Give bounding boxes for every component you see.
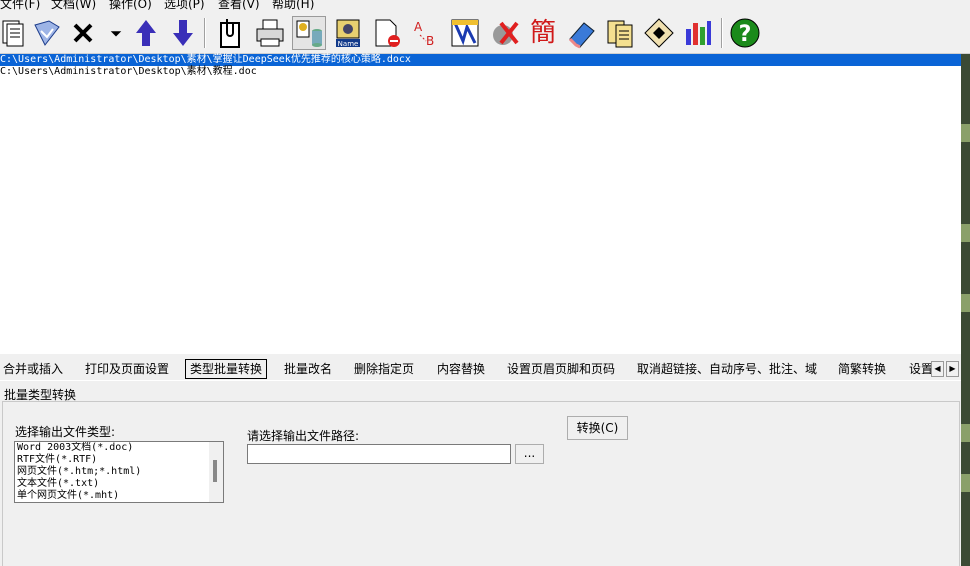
menu-view[interactable]: 查看(V) [218, 0, 260, 12]
add-files-button[interactable] [0, 16, 30, 50]
tab-settings[interactable]: 设置 [909, 360, 931, 378]
format-label: 选择输出文件类型: [15, 425, 116, 439]
menu-operation[interactable]: 操作(O) [109, 0, 152, 12]
scrollbar-thumb[interactable] [213, 460, 217, 482]
svg-text:B: B [426, 34, 434, 48]
tab-replace-content[interactable]: 内容替换 [437, 360, 485, 378]
documents-button[interactable] [603, 16, 637, 50]
help-button[interactable]: ? [728, 16, 762, 50]
batch-convert-icon [296, 20, 322, 47]
toolbar: Name AB 簡 ? [0, 12, 970, 54]
eraser-button[interactable] [565, 16, 599, 50]
simplified-icon: 簡 [529, 18, 556, 48]
tab-scroll-left-button[interactable]: ◀ [931, 361, 944, 377]
output-path-input[interactable] [247, 444, 511, 464]
tab-batch-convert[interactable]: 类型批量转换 [185, 359, 268, 379]
help-icon: ? [730, 18, 760, 48]
path-label: 请选择输出文件路径: [247, 429, 360, 443]
tab-header-footer[interactable]: 设置页眉页脚和页码 [507, 360, 615, 378]
file-list[interactable]: C:\Users\Administrator\Desktop\素材\掌握让Dee… [0, 54, 961, 354]
format-option[interactable]: 单个网页文件(*.mht) [15, 490, 223, 502]
convert-button[interactable]: 转换(C) [567, 416, 628, 440]
delete-page-button[interactable] [370, 16, 404, 50]
batch-rename-icon: Name [336, 19, 360, 48]
format-option[interactable]: RTF文件(*.RTF) [15, 454, 223, 466]
remove-links-icon [493, 21, 519, 45]
print-button[interactable] [253, 16, 287, 50]
svg-text:?: ? [739, 22, 752, 47]
move-up-button[interactable] [129, 16, 163, 50]
replace-content-icon: AB [414, 20, 434, 48]
statistics-icon [686, 21, 711, 45]
browse-button[interactable]: ... [515, 444, 544, 464]
menu-file[interactable]: 文件(F) [0, 0, 40, 12]
documents-icon [607, 20, 633, 48]
menu-bar: 文件(F) 文档(W) 操作(O) 选项(P) 查看(V) 帮助(H) [0, 0, 970, 12]
settings-button[interactable] [642, 16, 676, 50]
remove-links-button[interactable] [488, 16, 522, 50]
simplified-button[interactable]: 簡 [526, 16, 560, 50]
tab-print-setup[interactable]: 打印及页面设置 [85, 360, 169, 378]
toolbar-separator [721, 18, 723, 48]
panel-title: 批量类型转换 [4, 388, 77, 402]
menu-document[interactable]: 文档(W) [51, 0, 96, 12]
eraser-icon [568, 22, 595, 49]
menu-help[interactable]: 帮助(H) [272, 0, 314, 12]
dropdown-arrow-icon [110, 31, 122, 37]
remove-icon [73, 23, 93, 43]
desktop-background-strip [961, 124, 970, 142]
desktop-background-strip [961, 294, 970, 312]
replace-content-button[interactable]: AB [409, 16, 443, 50]
tab-batch-rename[interactable]: 批量改名 [284, 360, 332, 378]
format-list-scrollbar[interactable] [209, 442, 223, 502]
statistics-button[interactable] [681, 16, 715, 50]
remove-dropdown-button[interactable] [102, 16, 130, 50]
tab-scroll-right-button[interactable]: ▶ [946, 361, 959, 377]
tab-bar: 合并或插入 打印及页面设置 类型批量转换 批量改名 删除指定页 内容替换 设置页… [0, 358, 961, 380]
add-files-icon [2, 20, 24, 47]
output-format-list[interactable]: Word 2003文档(*.doc) RTF文件(*.RTF) 网页文件(*.h… [14, 441, 224, 503]
print-icon [256, 19, 284, 47]
header-footer-icon [451, 19, 479, 47]
delete-page-icon [375, 19, 400, 47]
merge-icon [220, 19, 240, 48]
format-option[interactable]: Word 2003文档(*.doc) [15, 442, 223, 454]
format-option[interactable]: 网页文件(*.htm;*.html) [15, 466, 223, 478]
batch-rename-button[interactable]: Name [331, 16, 365, 50]
file-list-item[interactable]: C:\Users\Administrator\Desktop\素材\掌握让Dee… [0, 54, 961, 66]
desktop-background-strip [961, 224, 970, 242]
add-folder-button[interactable] [30, 16, 64, 50]
svg-text:A: A [414, 20, 423, 34]
batch-convert-button[interactable] [292, 16, 326, 50]
settings-icon [644, 18, 674, 48]
menu-options[interactable]: 选项(P) [164, 0, 205, 12]
tab-delete-page[interactable]: 删除指定页 [354, 360, 414, 378]
add-folder-icon [34, 20, 60, 46]
tab-remove-links[interactable]: 取消超链接、自动序号、批注、域 [637, 360, 817, 378]
tab-merge-insert[interactable]: 合并或插入 [3, 360, 63, 378]
move-up-icon [136, 20, 156, 46]
merge-button[interactable] [214, 16, 248, 50]
header-footer-button[interactable] [448, 16, 482, 50]
desktop-background-strip [961, 54, 970, 566]
remove-button[interactable] [66, 16, 100, 50]
desktop-background-strip [961, 474, 970, 492]
tab-traditional-simplified[interactable]: 简繁转换 [838, 360, 886, 378]
desktop-background-strip [961, 424, 970, 442]
toolbar-separator [204, 18, 206, 48]
svg-text:Name: Name [338, 40, 359, 48]
file-list-item[interactable]: C:\Users\Administrator\Desktop\素材\教程.doc [0, 66, 961, 78]
move-down-button[interactable] [166, 16, 200, 50]
format-option[interactable]: 文本文件(*.txt) [15, 478, 223, 490]
move-down-icon [173, 20, 193, 46]
